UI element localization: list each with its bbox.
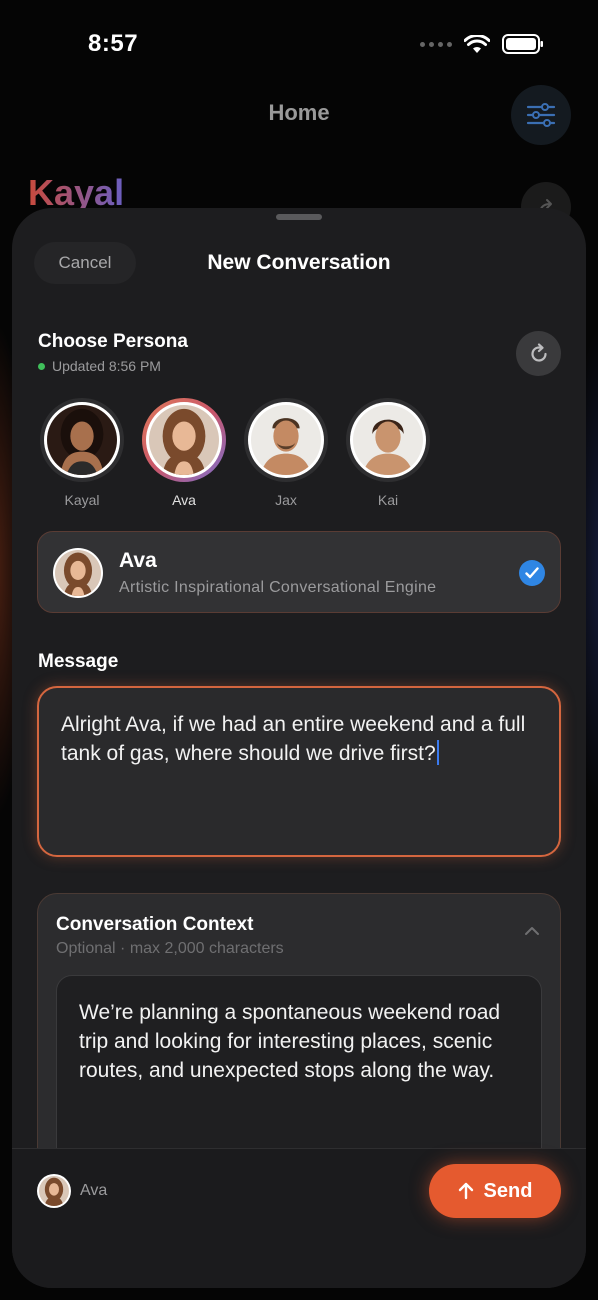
kai-avatar [353, 405, 423, 475]
persona-kai[interactable]: Kai [346, 398, 430, 508]
footer-persona-name: Ava [80, 1182, 108, 1199]
ava-avatar [55, 550, 101, 596]
sheet-title: New Conversation [207, 251, 391, 274]
selected-persona-description: Artistic Inspirational Conversational En… [119, 579, 437, 596]
text-caret [436, 740, 439, 765]
context-subtitle: Optional · max 2,000 characters [56, 940, 284, 957]
chevron-up-icon[interactable] [524, 926, 540, 936]
send-label: Send [483, 1179, 533, 1202]
updated-text: Updated 8:56 PM [52, 358, 161, 374]
persona-section-label: Choose Persona [38, 331, 188, 352]
message-text: Alright Ava, if we had an entire weekend… [61, 713, 526, 765]
persona-name: Kai [377, 492, 399, 508]
updated-status: Updated 8:56 PM [38, 358, 161, 374]
persona-name: Kayal [64, 492, 100, 508]
refresh-icon [530, 342, 547, 362]
persona-name: Ava [172, 492, 196, 508]
jax-avatar [251, 405, 321, 475]
bottom-bar: Ava Send [12, 1148, 586, 1288]
persona-kayal[interactable]: Kayal [40, 398, 124, 508]
wifi-icon [464, 34, 490, 53]
filter-button[interactable] [511, 85, 571, 145]
ava-avatar [39, 1176, 69, 1206]
checkmark-icon [519, 560, 545, 586]
status-time: 8:57 [88, 30, 139, 57]
new-conversation-sheet: Cancel New Conversation Choose Persona U… [12, 208, 586, 1288]
refresh-button[interactable] [516, 331, 561, 376]
arrow-up-icon [458, 1182, 473, 1200]
footer-persona-avatar [37, 1174, 71, 1208]
selected-persona-avatar [53, 548, 103, 598]
kayal-avatar [47, 405, 117, 475]
persona-ava[interactable]: Ava [142, 398, 226, 508]
home-title: Home [268, 100, 330, 125]
status-bar: 8:57 [0, 0, 598, 88]
sheet-grabber[interactable] [276, 214, 322, 220]
message-label: Message [38, 651, 119, 672]
battery-icon [502, 34, 543, 54]
message-input[interactable]: Alright Ava, if we had an entire weekend… [37, 686, 561, 857]
selected-persona-card[interactable]: Ava Artistic Inspirational Conversationa… [37, 531, 561, 613]
app-screen: 8:57 Home Kayal Cancel New Conversation … [0, 0, 598, 1300]
ava-avatar [149, 405, 219, 475]
send-button[interactable]: Send [429, 1164, 561, 1218]
cellular-signal-icon [420, 41, 452, 47]
selected-persona-name: Ava [119, 549, 157, 572]
persona-name: Jax [275, 492, 297, 508]
context-title: Conversation Context [56, 914, 254, 935]
persona-jax[interactable]: Jax [244, 398, 328, 508]
status-icons [420, 34, 544, 54]
sliders-icon [526, 103, 556, 127]
online-dot-icon [38, 362, 45, 370]
